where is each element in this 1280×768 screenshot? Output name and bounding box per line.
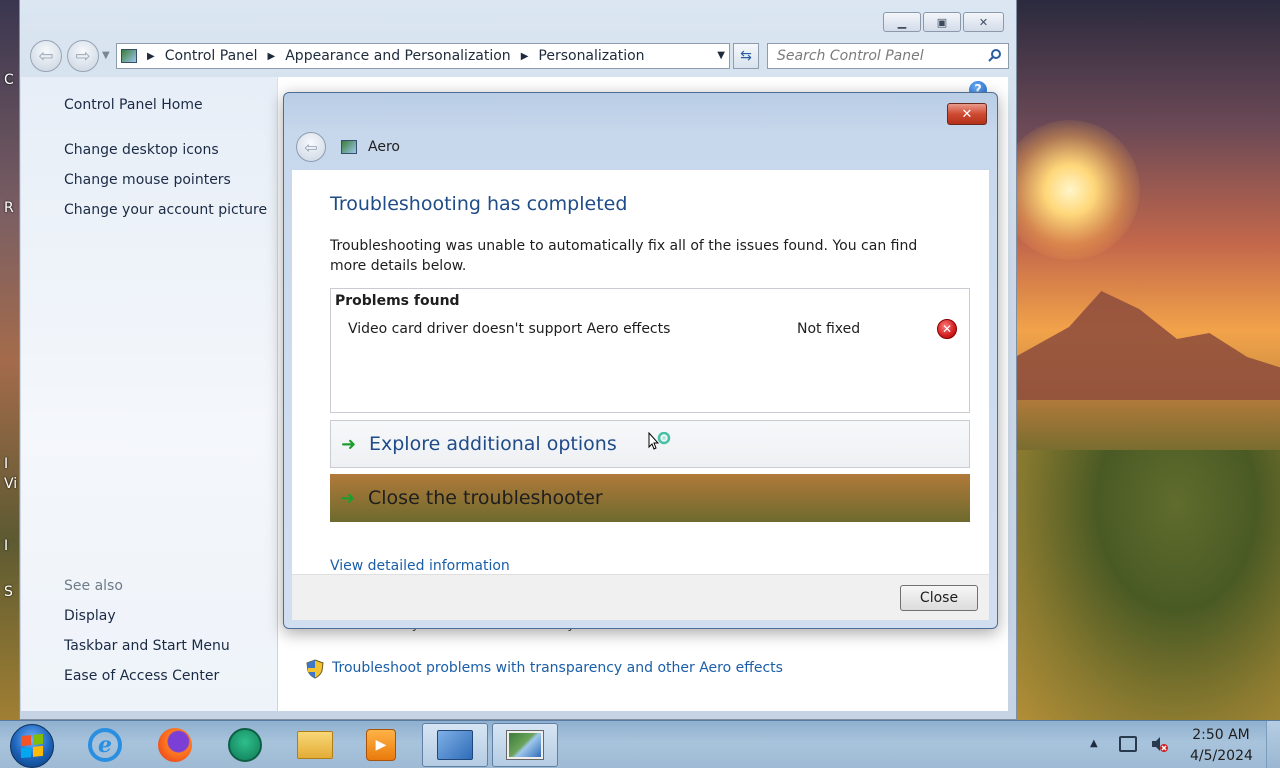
sidebar: Control Panel Home Change desktop icons … bbox=[21, 77, 277, 711]
search-icon[interactable] bbox=[988, 48, 1002, 62]
file-explorer-icon bbox=[297, 731, 333, 759]
taskbar: e ▶ ▲ 2:50 AM 4/5/2024 bbox=[0, 720, 1280, 768]
breadcrumb-control-panel[interactable]: Control Panel bbox=[165, 48, 258, 64]
dialog-title: Aero bbox=[368, 139, 400, 155]
network-icon[interactable] bbox=[1119, 736, 1137, 752]
breadcrumb-separator-icon[interactable]: ▶ bbox=[521, 51, 529, 62]
breadcrumb-personalization[interactable]: Personalization bbox=[538, 48, 644, 64]
problem-name: Video card driver doesn't support Aero e… bbox=[348, 321, 671, 337]
desktop-icon-label[interactable]: I bbox=[4, 538, 8, 554]
explore-options-label: Explore additional options bbox=[369, 433, 617, 455]
aero-app-icon bbox=[341, 140, 357, 154]
close-troubleshooter-label: Close the troubleshooter bbox=[368, 487, 603, 509]
dialog-description: Troubleshooting was unable to automatica… bbox=[330, 238, 918, 274]
window-close-button[interactable]: ✕ bbox=[963, 12, 1004, 32]
show-desktop-button[interactable] bbox=[1266, 721, 1280, 768]
sidebar-link[interactable]: Change mouse pointers bbox=[64, 172, 231, 188]
desktop-icon-label[interactable]: Vi bbox=[4, 476, 17, 492]
taskbar-internet-explorer[interactable]: e bbox=[76, 723, 134, 767]
breadcrumb-appearance[interactable]: Appearance and Personalization bbox=[285, 48, 510, 64]
green-arrow-icon: ➜ bbox=[340, 487, 356, 509]
see-also-heading: See also bbox=[64, 578, 123, 594]
firefox-icon bbox=[158, 728, 192, 762]
taskbar-file-explorer[interactable] bbox=[286, 723, 344, 767]
see-also-link[interactable]: Ease of Access Center bbox=[64, 668, 219, 684]
address-bar[interactable]: ▶ Control Panel ▶ Appearance and Persona… bbox=[116, 43, 730, 69]
desktop-icon-label[interactable]: S bbox=[4, 584, 13, 600]
window-controls: ▁ ▣ ✕ bbox=[883, 12, 1004, 32]
taskbar-aero-troubleshooter[interactable] bbox=[492, 723, 558, 767]
volume-muted-icon[interactable] bbox=[1150, 735, 1168, 753]
desktop-left-strip bbox=[0, 0, 20, 720]
green-arrow-icon: ➜ bbox=[341, 433, 357, 455]
mountain bbox=[1015, 291, 1280, 405]
maximize-button[interactable]: ▣ bbox=[923, 12, 961, 32]
desktop-icon-label[interactable]: C bbox=[4, 72, 14, 88]
busy-cursor-icon bbox=[648, 432, 671, 450]
bushes bbox=[1015, 450, 1280, 720]
sidebar-home-link[interactable]: Control Panel Home bbox=[64, 97, 203, 113]
show-hidden-icons-button[interactable]: ▲ bbox=[1090, 738, 1098, 749]
media-player-icon: ▶ bbox=[366, 729, 396, 761]
windows-logo-icon bbox=[21, 733, 43, 759]
taskbar-firefox[interactable] bbox=[146, 723, 204, 767]
taskbar-media-player[interactable]: ▶ bbox=[352, 723, 410, 767]
control-panel-icon bbox=[121, 49, 137, 63]
clock-time[interactable]: 2:50 AM bbox=[1190, 727, 1252, 743]
dialog-body: Troubleshooting has completed Troublesho… bbox=[292, 170, 989, 574]
see-also-link[interactable]: Taskbar and Start Menu bbox=[64, 638, 230, 654]
error-x-icon: ✕ bbox=[937, 319, 957, 339]
problems-found-box: Problems found Video card driver doesn't… bbox=[330, 288, 970, 413]
dialog-footer: Close bbox=[292, 574, 989, 620]
desktop-icon-label[interactable]: I bbox=[4, 456, 8, 472]
internet-explorer-icon: e bbox=[88, 728, 122, 762]
dialog-heading: Troubleshooting has completed bbox=[330, 193, 628, 215]
sidebar-link[interactable]: Change your account picture bbox=[64, 202, 267, 218]
clock-date[interactable]: 4/5/2024 bbox=[1190, 748, 1253, 764]
search-placeholder: Search Control Panel bbox=[777, 48, 924, 64]
search-input[interactable]: Search Control Panel bbox=[767, 43, 1009, 69]
breadcrumb-separator-icon[interactable]: ▶ bbox=[147, 51, 155, 62]
recent-pages-dropdown[interactable]: ▼ bbox=[102, 50, 110, 61]
navigation-bar: ⇦ ⇨ ▼ ▶ Control Panel ▶ Appearance and P… bbox=[30, 40, 1010, 72]
refresh-button[interactable]: ⇆ bbox=[733, 43, 759, 69]
problem-status: Not fixed bbox=[797, 321, 861, 337]
back-button[interactable]: ⇦ bbox=[30, 40, 62, 72]
troubleshooter-dialog: ✕ ⇦ Aero Troubleshooting has completed T… bbox=[283, 92, 998, 629]
close-button[interactable]: Close bbox=[900, 585, 978, 611]
dialog-close-button[interactable]: ✕ bbox=[947, 103, 987, 125]
taskbar-chat-app[interactable] bbox=[216, 723, 274, 767]
chat-app-icon bbox=[228, 728, 262, 762]
forward-button[interactable]: ⇨ bbox=[67, 40, 99, 72]
control-panel-icon bbox=[437, 730, 473, 760]
view-detailed-info-link[interactable]: View detailed information bbox=[330, 558, 510, 574]
aero-troubleshooter-icon bbox=[506, 730, 544, 760]
sun bbox=[1000, 120, 1140, 260]
see-also-link[interactable]: Display bbox=[64, 608, 116, 624]
minimize-button[interactable]: ▁ bbox=[883, 12, 921, 32]
troubleshoot-aero-link[interactable]: Troubleshoot problems with transparency … bbox=[332, 660, 783, 676]
start-button[interactable] bbox=[10, 724, 54, 768]
dialog-back-button[interactable]: ⇦ bbox=[296, 132, 326, 162]
close-troubleshooter-button[interactable]: ➜ Close the troubleshooter bbox=[330, 474, 970, 522]
problems-header: Problems found bbox=[335, 293, 460, 309]
sidebar-link[interactable]: Change desktop icons bbox=[64, 142, 219, 158]
taskbar-control-panel[interactable] bbox=[422, 723, 488, 767]
desktop-icon-label[interactable]: R bbox=[4, 200, 14, 216]
breadcrumb-separator-icon[interactable]: ▶ bbox=[268, 51, 276, 62]
address-dropdown-icon[interactable]: ▼ bbox=[717, 50, 725, 61]
uac-shield-icon bbox=[306, 659, 324, 679]
